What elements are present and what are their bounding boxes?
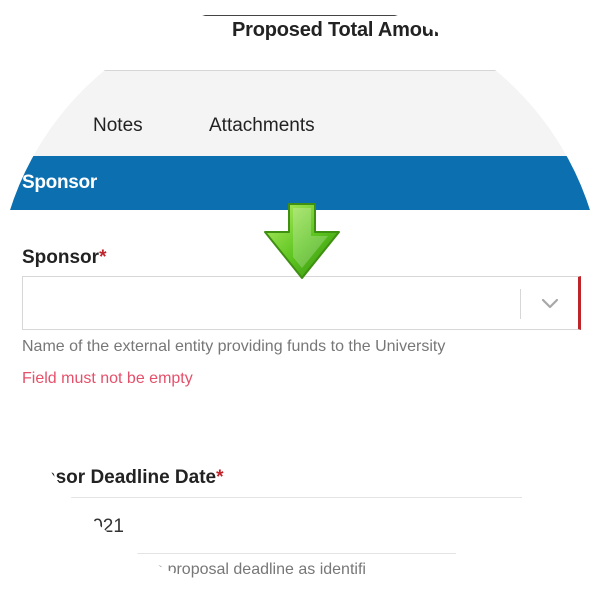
sponsor-helper-text: Name of the external entity providing fu…: [22, 338, 446, 355]
required-marker: *: [216, 467, 224, 488]
sponsor-select[interactable]: [22, 276, 581, 330]
section-title: Sponsor: [22, 172, 97, 193]
tab-attachments[interactable]: Attachments: [209, 115, 315, 137]
chevron-down-icon[interactable]: [538, 291, 562, 315]
deadline-helper-text: f the proposal deadline as identifi: [132, 561, 366, 578]
down-arrow-icon: [264, 203, 340, 279]
select-separator: [520, 289, 521, 319]
divider: [44, 497, 522, 498]
divider: [186, 15, 418, 16]
required-marker: *: [99, 247, 107, 268]
sponsor-label-text: Sponsor: [22, 247, 100, 268]
magnified-view: Proposed Total Amour Notes Attachments S…: [0, 0, 600, 600]
deadline-date-input[interactable]: '2021: [78, 516, 124, 538]
tab-notes[interactable]: Notes: [93, 115, 143, 137]
deadline-date-label: nsor Deadline Date*: [44, 467, 224, 489]
proposed-total-label: Proposed Total Amour: [232, 19, 442, 41]
deadline-label-text: nsor Deadline Date: [44, 467, 217, 488]
tab-bar: [0, 70, 600, 157]
divider: [136, 553, 456, 554]
sponsor-error-text: Field must not be empty: [22, 370, 193, 387]
sponsor-label: Sponsor*: [22, 247, 106, 269]
